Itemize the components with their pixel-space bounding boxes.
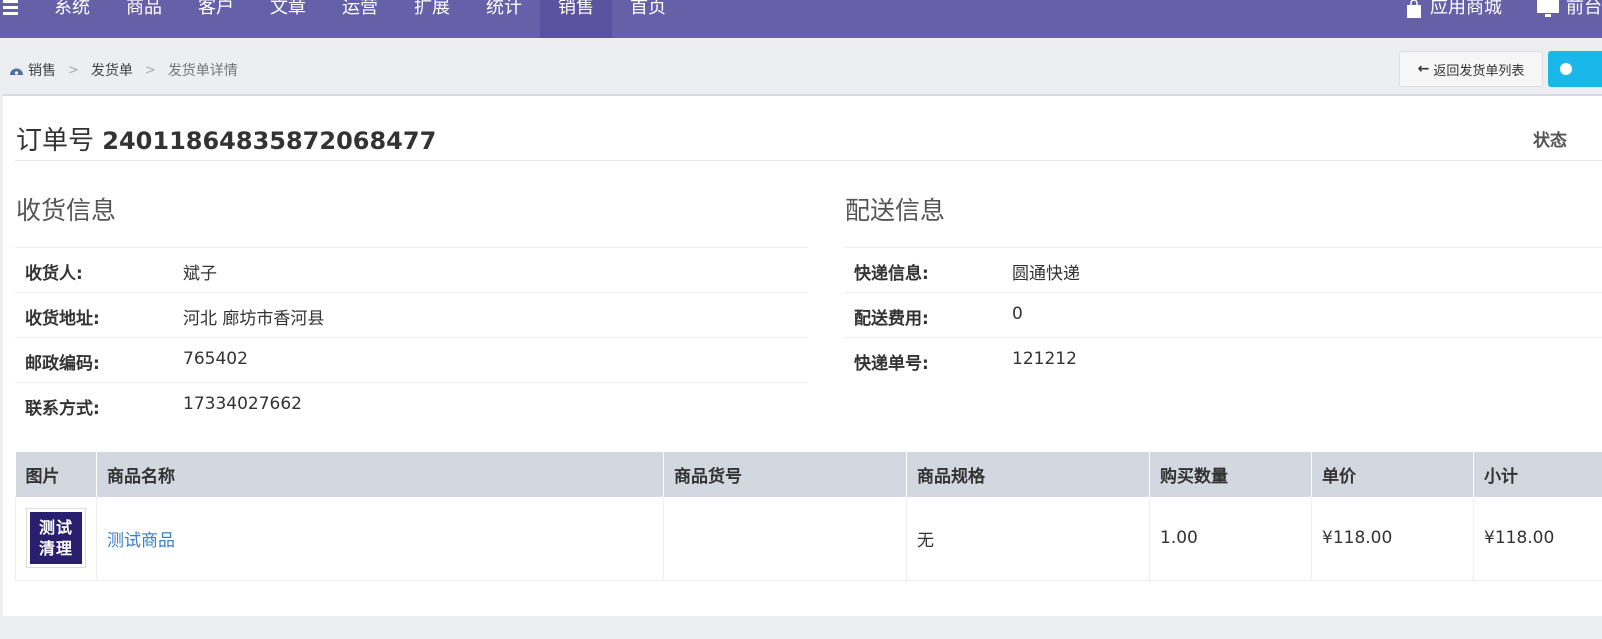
info-key: 快递单号: <box>854 354 929 374</box>
cell-subtotal: ¥118.00 <box>1473 497 1602 581</box>
product-link[interactable]: 测试商品 <box>107 531 175 551</box>
divider <box>15 160 1602 161</box>
product-image-text: 清理 <box>38 539 73 559</box>
receiver-address: 河北 廊坊市香河县 <box>183 309 325 329</box>
order-number: 24011864835872068477 <box>102 127 437 155</box>
cell-sku <box>663 497 907 581</box>
column-header: 单价 <box>1311 452 1474 497</box>
breadcrumb: 销售 > 发货单 > 发货单详情 <box>9 60 238 80</box>
nav-item-articles[interactable]: 文章 <box>252 0 324 38</box>
info-row: 配送费用: 0 <box>844 292 1602 337</box>
dashboard-icon <box>10 68 23 75</box>
product-thumbnail[interactable]: 测试 清理 <box>26 508 86 569</box>
delivery-info-table: 快递信息: 圆通快递 配送费用: 0 快递单号: 121212 <box>844 247 1602 382</box>
column-header: 小计 <box>1473 452 1602 497</box>
breadcrumb-sales[interactable]: 销售 <box>28 60 56 80</box>
breadcrumb-separator: > <box>68 62 79 78</box>
info-icon <box>1560 63 1572 75</box>
column-header: 购买数量 <box>1149 452 1312 497</box>
info-row: 联系方式: 17334027662 <box>15 382 808 427</box>
back-button-label: 返回发货单列表 <box>1433 63 1525 79</box>
frontend-link[interactable]: 前台 <box>1536 0 1602 38</box>
info-key: 收货人: <box>25 264 83 284</box>
info-key: 快递信息: <box>854 264 929 284</box>
nav-item-system[interactable]: 系统 <box>36 0 108 38</box>
info-row: 邮政编码: 765402 <box>15 337 808 382</box>
receiver-section-title: 收货信息 <box>16 196 117 225</box>
info-row: 快递单号: 121212 <box>844 337 1602 382</box>
info-key: 邮政编码: <box>25 354 100 374</box>
order-title: 订单号 24011864835872068477 <box>16 120 436 157</box>
goods-table: 图片 商品名称 商品货号 商品规格 购买数量 单价 小计 测试 清理 测试商品 … <box>15 452 1602 581</box>
delivery-detail-card: 订单号 24011864835872068477 状态 收货信息 收货人: 斌子… <box>3 94 1602 616</box>
info-key: 收货地址: <box>25 309 100 329</box>
product-image: 测试 清理 <box>30 512 82 565</box>
nav-item-statistics[interactable]: 统计 <box>468 0 540 38</box>
column-header: 商品货号 <box>663 452 907 497</box>
arrow-left-icon: ← <box>1417 61 1430 77</box>
shopping-bag-icon <box>1407 0 1421 18</box>
product-image-text: 测试 <box>38 518 73 538</box>
cell-qty: 1.00 <box>1149 497 1312 581</box>
cell-price: ¥118.00 <box>1311 497 1474 581</box>
nav-item-extensions[interactable]: 扩展 <box>396 0 468 38</box>
delivery-section-title: 配送信息 <box>845 196 946 225</box>
nav-item-sales[interactable]: 销售 <box>540 0 612 38</box>
cell-spec: 无 <box>906 497 1150 581</box>
app-store-link[interactable]: 应用商城 <box>1404 0 1502 38</box>
nav-right: 应用商城 前台 <box>1370 0 1602 38</box>
column-header: 图片 <box>15 452 97 497</box>
info-key: 联系方式: <box>25 399 100 419</box>
info-row: 收货人: 斌子 <box>15 247 808 292</box>
top-navbar: 系统 商品 客户 文章 运营 扩展 统计 销售 首页 应用商城 前台 <box>0 0 1602 38</box>
monitor-icon <box>1537 0 1559 17</box>
order-label: 订单号 <box>16 126 95 156</box>
receiver-name: 斌子 <box>183 264 217 284</box>
column-header: 商品名称 <box>96 452 664 497</box>
receiver-postcode: 765402 <box>183 349 248 369</box>
table-header-row: 图片 商品名称 商品货号 商品规格 购买数量 单价 小计 <box>15 452 1602 497</box>
column-header: 商品规格 <box>906 452 1150 497</box>
nav-item-operations[interactable]: 运营 <box>324 0 396 38</box>
nav-item-customers[interactable]: 客户 <box>180 0 252 38</box>
table-row: 测试 清理 测试商品 无 1.00 ¥118.00 ¥118.00 <box>15 497 1602 581</box>
info-key: 配送费用: <box>854 309 929 329</box>
app-store-label: 应用商城 <box>1430 0 1502 18</box>
main-nav: 系统 商品 客户 文章 运营 扩展 统计 销售 首页 <box>36 0 684 38</box>
receiver-info-table: 收货人: 斌子 收货地址: 河北 廊坊市香河县 邮政编码: 765402 联系方… <box>15 247 808 427</box>
frontend-label: 前台 <box>1566 0 1602 18</box>
delivery-fee: 0 <box>1012 304 1023 324</box>
breadcrumb-current: 发货单详情 <box>167 63 238 79</box>
status-label: 状态 <box>1533 131 1567 151</box>
nav-item-home[interactable]: 首页 <box>612 0 684 38</box>
nav-item-goods[interactable]: 商品 <box>108 0 180 38</box>
help-button[interactable] <box>1548 51 1602 87</box>
tracking-number: 121212 <box>1012 349 1077 369</box>
breadcrumb-separator: > <box>144 62 156 78</box>
cell-image: 测试 清理 <box>15 497 97 581</box>
breadcrumb-delivery-list[interactable]: 发货单 <box>91 60 133 80</box>
info-row: 快递信息: 圆通快递 <box>844 247 1602 292</box>
menu-icon[interactable] <box>3 0 19 18</box>
back-to-list-button[interactable]: ← 返回发货单列表 <box>1399 51 1543 87</box>
info-row: 收货地址: 河北 廊坊市香河县 <box>15 292 808 337</box>
cell-name: 测试商品 <box>96 497 664 581</box>
courier-name: 圆通快递 <box>1012 264 1080 284</box>
receiver-phone: 17334027662 <box>183 394 302 414</box>
